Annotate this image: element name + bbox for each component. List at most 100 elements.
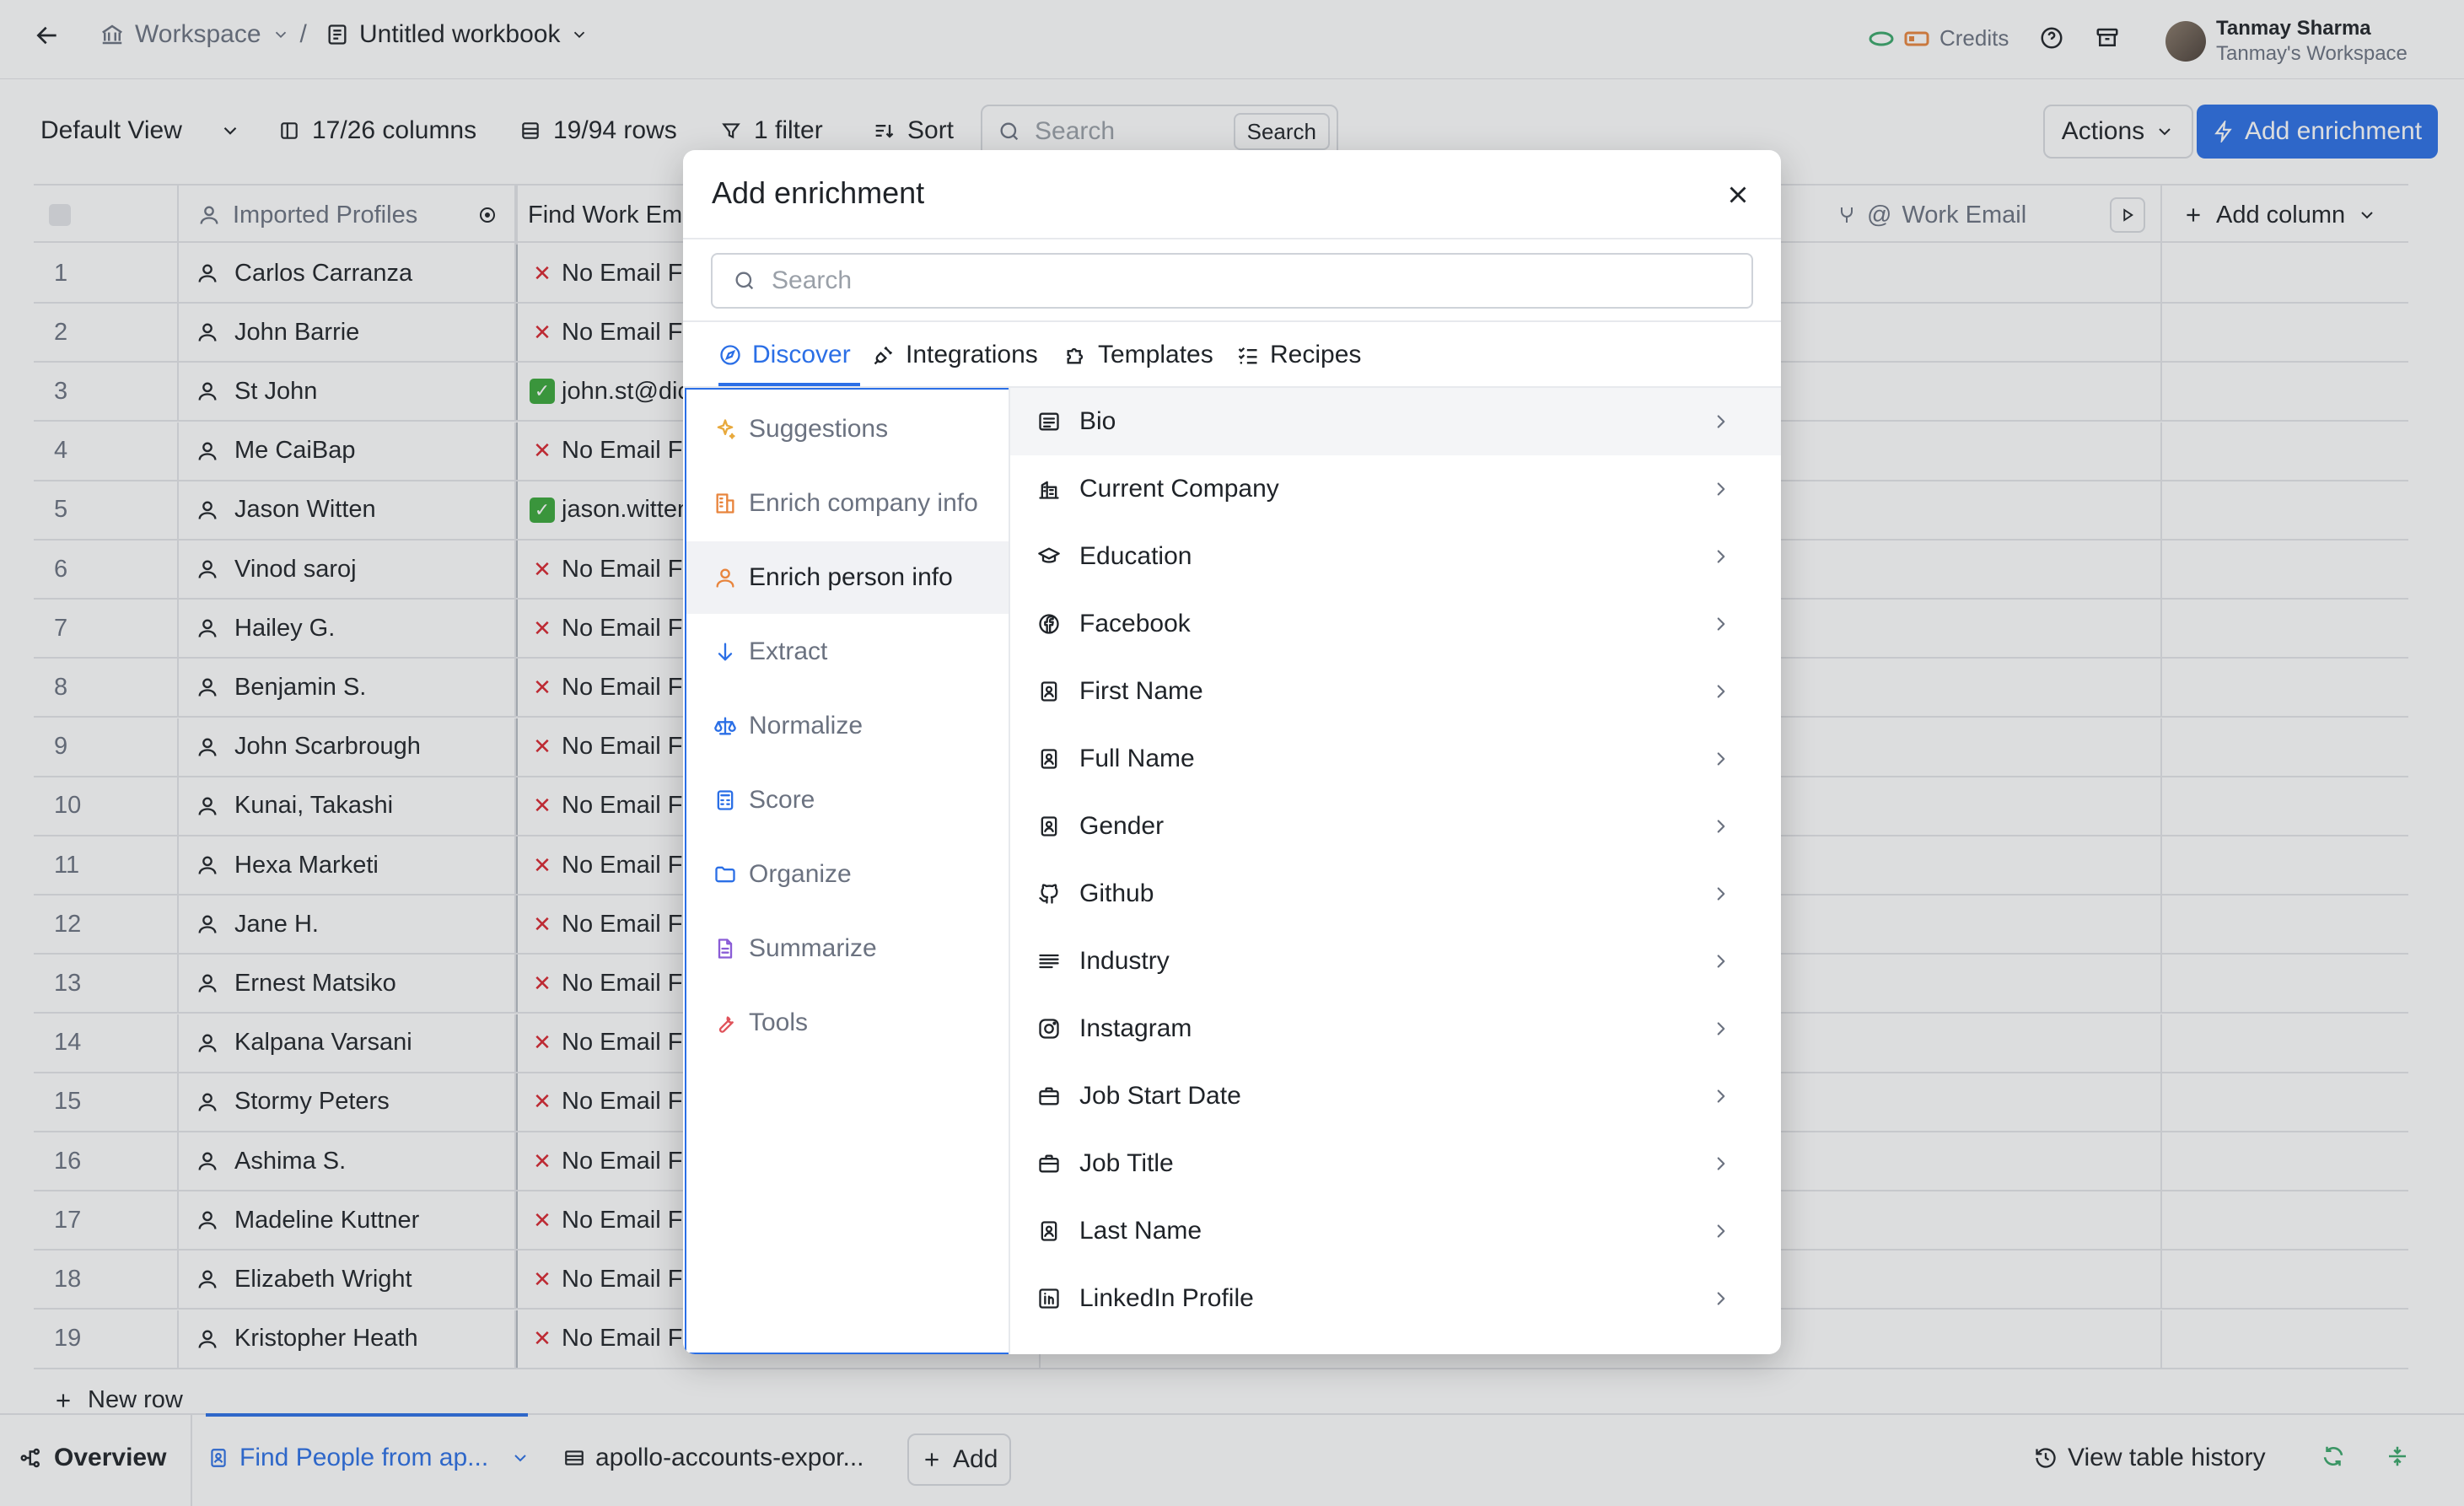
id-badge-icon bbox=[1041, 816, 1057, 836]
enrichment-label: Instagram bbox=[1079, 1014, 1192, 1042]
chevron-right-icon bbox=[1717, 887, 1725, 901]
chevron-right-icon bbox=[1717, 482, 1725, 496]
enrichment-label: Full Name bbox=[1079, 745, 1195, 772]
category-normalize[interactable]: Normalize bbox=[686, 690, 1009, 762]
category-label: Summarize bbox=[749, 934, 877, 962]
enrichment-label: Bio bbox=[1079, 407, 1116, 435]
chevron-right-icon bbox=[1717, 617, 1725, 631]
enrichment-item-linkedin-profile[interactable]: LinkedIn Profile bbox=[1010, 1265, 1781, 1332]
chevron-right-icon bbox=[1717, 1089, 1725, 1103]
category-suggestions[interactable]: Suggestions bbox=[686, 393, 1009, 465]
graduation-cap-icon bbox=[1038, 547, 1060, 563]
category-label: Enrich person info bbox=[749, 563, 953, 591]
enrichment-item-education[interactable]: Education bbox=[1010, 523, 1781, 590]
chevron-right-icon bbox=[1717, 1224, 1725, 1238]
enrichment-label: Education bbox=[1079, 542, 1192, 570]
chevron-right-icon bbox=[1717, 415, 1725, 428]
tab-templates[interactable]: Templates bbox=[1064, 334, 1213, 376]
enrichment-label: Last Name bbox=[1079, 1217, 1202, 1245]
chevron-right-icon bbox=[1717, 550, 1725, 563]
document-icon bbox=[718, 939, 733, 959]
chevron-right-icon bbox=[1717, 1292, 1725, 1305]
wrench-icon bbox=[718, 1016, 734, 1033]
tab-label: Integrations bbox=[906, 341, 1038, 368]
close-button[interactable] bbox=[1724, 180, 1752, 209]
enrichment-label: First Name bbox=[1079, 677, 1203, 705]
folder-icon bbox=[715, 866, 735, 883]
checklist-icon bbox=[1238, 347, 1257, 364]
briefcase-icon bbox=[1039, 1154, 1059, 1173]
enrichment-item-job-title[interactable]: Job Title bbox=[1010, 1130, 1781, 1197]
chevron-right-icon bbox=[1717, 820, 1725, 833]
chevron-right-icon bbox=[1717, 1157, 1725, 1170]
enrichment-item-industry[interactable]: Industry bbox=[1010, 928, 1781, 995]
enrichment-item-instagram[interactable]: Instagram bbox=[1010, 995, 1781, 1062]
tab-label: Recipes bbox=[1270, 341, 1362, 368]
plug-icon bbox=[874, 346, 893, 365]
category-label: Extract bbox=[749, 637, 828, 665]
category-sidebar: Suggestions Enrich company info Enrich per… bbox=[685, 388, 1009, 1354]
id-badge-icon bbox=[1041, 749, 1057, 769]
tab-recipes[interactable]: Recipes bbox=[1236, 334, 1361, 376]
enrichment-item-last-name[interactable]: Last Name bbox=[1010, 1197, 1781, 1265]
enrichment-label: Job Title bbox=[1079, 1149, 1174, 1177]
tab-integrations[interactable]: Integrations bbox=[872, 334, 1038, 376]
add-enrichment-modal: Add enrichment Search Discover Integrati… bbox=[683, 150, 1781, 1354]
tab-label: Templates bbox=[1098, 341, 1213, 368]
id-badge-icon bbox=[1041, 1221, 1057, 1241]
tab-label: Discover bbox=[752, 341, 851, 368]
building-icon bbox=[716, 493, 734, 514]
enrichment-item-bio[interactable]: Bio bbox=[1010, 388, 1781, 455]
category-enrich-person-info[interactable]: Enrich person info bbox=[686, 541, 1009, 614]
category-label: Suggestions bbox=[749, 415, 889, 443]
enrichment-item-current-company[interactable]: Current Company bbox=[1010, 455, 1781, 523]
search-icon bbox=[735, 272, 754, 290]
category-label: Enrich company info bbox=[749, 489, 978, 517]
facebook-icon bbox=[1039, 614, 1059, 634]
modal-divider bbox=[683, 238, 1781, 239]
enrichment-label: Job Start Date bbox=[1079, 1082, 1241, 1110]
enrichment-label: LinkedIn Profile bbox=[1079, 1284, 1254, 1312]
person-icon bbox=[716, 568, 734, 588]
company-icon bbox=[1039, 481, 1059, 499]
enrichment-label: Current Company bbox=[1079, 475, 1279, 503]
sparkle-icon bbox=[717, 419, 735, 439]
enrichment-item-github[interactable]: Github bbox=[1010, 860, 1781, 928]
chevron-right-icon bbox=[1717, 685, 1725, 698]
id-badge-icon bbox=[1041, 681, 1057, 702]
enrichment-item-facebook[interactable]: Facebook bbox=[1010, 590, 1781, 658]
modal-title: Add enrichment bbox=[712, 175, 925, 210]
enrichment-label: Facebook bbox=[1079, 610, 1191, 637]
category-label: Organize bbox=[749, 860, 852, 888]
enrichment-label: Industry bbox=[1079, 947, 1170, 975]
enrichment-label: Github bbox=[1079, 879, 1154, 907]
modal-search-input[interactable]: Search bbox=[711, 253, 1753, 309]
category-score[interactable]: Score bbox=[686, 764, 1009, 836]
text-icon bbox=[1039, 412, 1059, 431]
category-summarize[interactable]: Summarize bbox=[686, 912, 1009, 985]
category-label: Normalize bbox=[749, 712, 863, 740]
briefcase-icon bbox=[1039, 1087, 1059, 1105]
compass-icon bbox=[720, 345, 740, 365]
category-extract[interactable]: Extract bbox=[686, 616, 1009, 688]
puzzle-icon bbox=[1067, 347, 1084, 364]
enrichment-item-job-start-date[interactable]: Job Start Date bbox=[1010, 1062, 1781, 1130]
linkedin-icon bbox=[1039, 1288, 1059, 1309]
tab-discover[interactable]: Discover bbox=[718, 334, 851, 376]
enrichment-item-full-name[interactable]: Full Name bbox=[1010, 725, 1781, 793]
github-icon bbox=[1039, 884, 1058, 904]
enrichment-item-first-name[interactable]: First Name bbox=[1010, 658, 1781, 725]
instagram-icon bbox=[1039, 1019, 1059, 1039]
scale-icon bbox=[714, 717, 736, 735]
category-tools[interactable]: Tools bbox=[686, 987, 1009, 1059]
lines-icon bbox=[1039, 954, 1059, 969]
enrichment-item-gender[interactable]: Gender bbox=[1010, 793, 1781, 860]
enrichment-label: Gender bbox=[1079, 812, 1165, 840]
arrow-down-icon bbox=[718, 643, 733, 661]
category-organize[interactable]: Organize bbox=[686, 838, 1009, 911]
category-enrich-company-info[interactable]: Enrich company info bbox=[686, 467, 1009, 540]
modal-search-placeholder: Search bbox=[772, 266, 853, 294]
chevron-right-icon bbox=[1717, 752, 1725, 766]
chevron-right-icon bbox=[1717, 955, 1725, 968]
close-icon bbox=[1730, 186, 1746, 203]
